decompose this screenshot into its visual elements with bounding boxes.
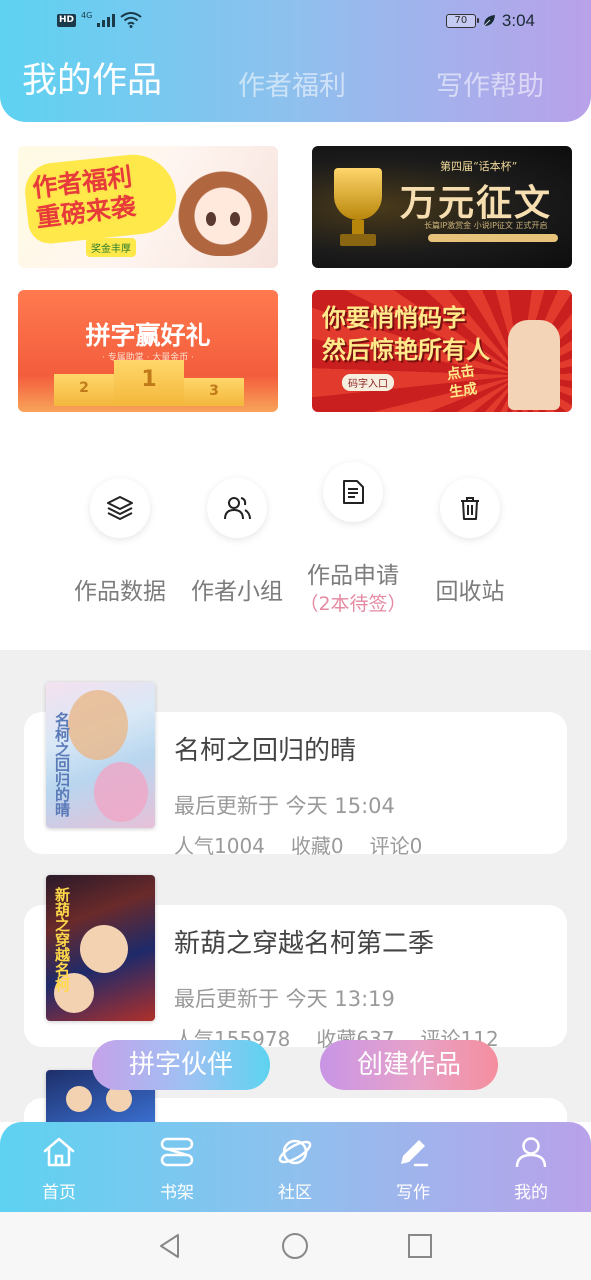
podium-third: 3 — [184, 378, 244, 406]
banner-grid: 作者福利 重磅来袭 奖金丰厚 第四届“话本杯” 万元征文 长篇IP激赏金 小说I… — [0, 122, 591, 422]
banner-subtitle: 第四届“话本杯” — [440, 160, 518, 173]
work-title[interactable]: 名柯之回归的晴 — [174, 730, 356, 767]
back-icon[interactable] — [156, 1232, 184, 1260]
podium-second: 2 — [54, 374, 114, 406]
action-recycle-bin[interactable]: 回收站 — [400, 572, 540, 606]
home-circle-icon[interactable] — [281, 1232, 309, 1260]
nav-label: 首页 — [42, 1183, 76, 1203]
nav-bookshelf[interactable]: 书架 — [137, 1134, 217, 1203]
banner-contest[interactable]: 第四届“话本杯” 万元征文 长篇IP激赏金 小说IP征文 正式开启 — [312, 146, 572, 268]
battery-icon: 70 — [445, 14, 479, 28]
hd-badge: HD — [57, 13, 77, 27]
nav-home[interactable]: 首页 — [19, 1134, 99, 1203]
fist-illustration — [508, 320, 560, 410]
tab-author-benefits[interactable]: 作者福利 — [238, 64, 346, 103]
group-icon[interactable] — [207, 478, 267, 538]
banner-title: 拼字赢好礼 — [85, 321, 211, 350]
banner-chip: 奖金丰厚 — [86, 238, 136, 257]
work-popularity: 人气1004 — [174, 834, 265, 858]
cover-title: 新葫之穿越名柯 — [53, 887, 71, 992]
banner-word-prize[interactable]: 拼字赢好礼 · 专属助掌 · 大量金币 · 2 1 3 — [18, 290, 278, 412]
nav-label: 社区 — [278, 1183, 312, 1203]
nav-community[interactable]: 社区 — [255, 1134, 335, 1203]
nav-label: 我的 — [514, 1183, 548, 1203]
clock: 3:04 — [501, 11, 535, 30]
pending-sign-note: （2本待签） — [299, 593, 407, 615]
home-icon — [43, 1137, 75, 1167]
work-stats: 人气1004 收藏0 评论0 — [174, 830, 422, 859]
trophy-icon — [334, 168, 382, 220]
banner-title-line2: 然后惊艳所有人 — [322, 335, 490, 364]
banner-chip: 码字入口 — [342, 374, 394, 391]
cover-title: 名柯之回归的晴 — [53, 712, 71, 817]
system-nav-bar — [0, 1212, 591, 1280]
podium-first: 1 — [114, 360, 184, 406]
work-cover[interactable]: 名柯之回归的晴 — [46, 682, 155, 828]
network-label: 4G — [81, 10, 93, 20]
signal-icon — [97, 13, 116, 27]
trash-icon[interactable] — [440, 478, 500, 538]
banner-bar — [428, 234, 558, 242]
banner-title: 万元征文 — [400, 182, 553, 224]
recents-icon[interactable] — [406, 1232, 434, 1260]
create-work-button[interactable]: 创建作品 — [320, 1040, 498, 1090]
status-left: HD 4G — [57, 10, 142, 28]
work-favorites: 收藏0 — [290, 834, 344, 858]
work-comments: 评论0 — [369, 834, 423, 858]
header-tabs: 我的作品 作者福利 写作帮助 — [0, 50, 591, 110]
nav-label: 书架 — [160, 1183, 194, 1203]
banner-author-benefits[interactable]: 作者福利 重磅来袭 奖金丰厚 — [18, 146, 278, 268]
pen-icon — [401, 1140, 429, 1167]
word-partner-button[interactable]: 拼字伙伴 — [92, 1040, 270, 1090]
banner-cta: 点击 生成 — [446, 362, 479, 402]
banner-cta-line2: 生成 — [448, 381, 479, 401]
app-header: HD 4G 70 3:04 我的作品 作者福利 写作帮助 — [0, 0, 591, 122]
leaf-icon — [483, 15, 495, 27]
document-icon[interactable] — [323, 462, 383, 522]
nav-write[interactable]: 写作 — [373, 1134, 453, 1203]
banner-title: 你要悄悄码字 然后惊艳所有人 — [322, 302, 490, 366]
quick-actions: 作品数据 作者小组 作品申请 （2本待签） 回收站 — [0, 422, 591, 650]
work-updated: 最后更新于 今天 13:19 — [174, 987, 395, 1011]
user-icon — [515, 1137, 547, 1168]
banner-line: 长篇IP激赏金 小说IP征文 正式开启 — [424, 221, 548, 230]
works-list: 名柯之回归的晴 名柯之回归的晴 最后更新于 今天 15:04 人气1004 收藏… — [0, 650, 591, 1122]
planet-icon — [278, 1139, 312, 1165]
anime-girl-illustration — [178, 156, 268, 256]
tab-writing-help[interactable]: 写作帮助 — [436, 64, 544, 103]
nav-mine[interactable]: 我的 — [491, 1134, 571, 1203]
work-updated: 最后更新于 今天 15:04 — [174, 794, 395, 818]
work-title[interactable]: 新葫之穿越名柯第二季 — [174, 923, 434, 960]
status-bar: HD 4G 70 3:04 — [0, 0, 591, 46]
nav-label: 写作 — [396, 1183, 430, 1203]
layers-icon[interactable] — [90, 478, 150, 538]
work-cover[interactable]: 新葫之穿越名柯 — [46, 875, 155, 1021]
bottom-nav: 首页 书架 社区 写作 我的 — [0, 1122, 591, 1212]
bookshelf-icon — [160, 1137, 194, 1167]
banner-writing-promo[interactable]: 你要悄悄码字 然后惊艳所有人 码字入口 点击 生成 — [312, 290, 572, 412]
banner-title-line1: 你要悄悄码字 — [322, 303, 466, 332]
status-right: 70 3:04 — [445, 11, 535, 31]
wifi-icon — [120, 12, 142, 28]
tab-my-works[interactable]: 我的作品 — [22, 52, 162, 103]
